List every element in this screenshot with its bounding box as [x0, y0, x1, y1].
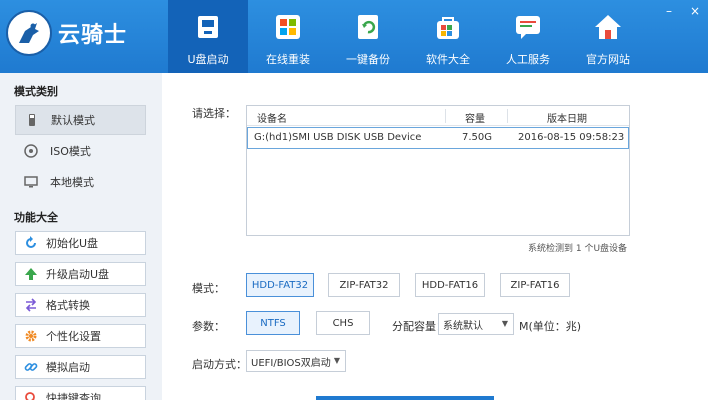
func-init-usb[interactable]: 初始化U盘 — [15, 231, 146, 255]
row-device: G:(hd1)SMI USB DISK USB Device — [254, 132, 422, 143]
alloc-unit: M(单位：兆) — [519, 320, 582, 333]
func-label: 初始化U盘 — [46, 237, 99, 250]
app-title: 云骑士 — [58, 23, 128, 48]
device-table[interactable]: 设备名 容量 版本日期 G:(hd1)SMI USB DISK USB Devi… — [246, 105, 630, 236]
main-nav: U盘启动 在线重装 一键备份 软件大全 人工服务 官方网站 — [168, 0, 648, 73]
disc-icon — [24, 144, 38, 158]
minimize-button[interactable]: – — [662, 4, 676, 18]
sidebar: 模式类别 默认模式 ISO模式 本地模式 功能大全 初始化U盘 升级启动U盘 格… — [0, 73, 160, 400]
nav-label: 人工服务 — [506, 53, 550, 66]
nav-one-key-backup[interactable]: 一键备份 — [328, 0, 408, 73]
col-divider — [507, 109, 508, 123]
detect-status: 系统检测到 1 个U盘设备 — [528, 244, 628, 254]
refresh-icon — [26, 236, 36, 248]
func-upgrade-boot-usb[interactable]: 升级启动U盘 — [15, 262, 146, 286]
software-bag-icon — [437, 17, 459, 39]
nav-label: 官方网站 — [586, 53, 630, 66]
mode-local[interactable]: 本地模式 — [15, 167, 146, 197]
func-section-title: 功能大全 — [14, 211, 58, 224]
param-label: 参数： — [192, 320, 225, 333]
mode-label: 默认模式 — [51, 114, 95, 127]
row-date: 2016-08-15 09:58:23 — [518, 132, 625, 143]
boot-label: 启动方式： — [192, 358, 247, 371]
func-label: 升级启动U盘 — [46, 268, 110, 281]
func-label: 模拟启动 — [46, 361, 90, 374]
col-device-name: 设备名 — [257, 114, 287, 125]
table-row[interactable]: G:(hd1)SMI USB DISK USB Device 7.50G 201… — [247, 127, 629, 149]
mode-zip-fat16-button[interactable]: ZIP-FAT16 — [500, 273, 570, 297]
func-label: 个性化设置 — [46, 330, 101, 343]
col-version-date: 版本日期 — [547, 114, 587, 125]
select-label: 请选择： — [192, 107, 236, 120]
chevron-down-icon: ▼ — [333, 356, 340, 365]
search-icon — [25, 392, 35, 400]
mode-label: 模式： — [192, 282, 225, 295]
gear-icon — [25, 330, 37, 342]
nav-label: 一键备份 — [346, 53, 390, 66]
nav-usb-boot[interactable]: U盘启动 — [168, 0, 248, 73]
func-format-convert[interactable]: 格式转换 — [15, 293, 146, 317]
window-controls: – × — [662, 4, 702, 18]
nav-label: U盘启动 — [187, 53, 229, 66]
link-icon — [24, 363, 38, 371]
nav-software[interactable]: 软件大全 — [408, 0, 488, 73]
func-label: 格式转换 — [46, 299, 90, 312]
up-arrow-icon — [25, 268, 37, 280]
table-header: 设备名 容量 版本日期 — [247, 106, 629, 126]
home-icon — [595, 15, 621, 39]
convert-icon — [25, 298, 37, 312]
mode-hdd-fat32-button[interactable]: HDD-FAT32 — [246, 273, 314, 297]
col-divider — [445, 109, 446, 123]
main-panel: 请选择： 设备名 容量 版本日期 G:(hd1)SMI USB DISK USB… — [162, 73, 708, 400]
mode-zip-fat32-button[interactable]: ZIP-FAT32 — [328, 273, 400, 297]
usb-disk-icon — [198, 16, 218, 38]
close-button[interactable]: × — [688, 4, 702, 18]
nav-label: 软件大全 — [426, 53, 470, 66]
mode-default[interactable]: 默认模式 — [15, 105, 146, 135]
title-bar: 云骑士 U盘启动 在线重装 一键备份 软件大全 人工服务 官方网站 – × — [0, 0, 708, 73]
mode-label: ISO模式 — [50, 145, 91, 158]
app-logo: 云骑士 — [6, 10, 127, 56]
chevron-down-icon: ▼ — [501, 319, 508, 328]
alloc-value: 系统默认 — [443, 320, 483, 332]
func-label: 快捷键查询 — [46, 392, 101, 400]
col-capacity: 容量 — [465, 114, 485, 125]
nav-official-site[interactable]: 官方网站 — [568, 0, 648, 73]
alloc-select[interactable]: 系统默认 ▼ — [438, 313, 514, 335]
chat-service-icon — [516, 16, 540, 39]
mode-iso[interactable]: ISO模式 — [15, 136, 146, 166]
knight-logo-icon — [6, 10, 52, 56]
param-ntfs-button[interactable]: NTFS — [246, 311, 300, 335]
func-simulate-boot[interactable]: 模拟启动 — [15, 355, 146, 379]
windows-icon — [276, 15, 300, 39]
func-personalize[interactable]: 个性化设置 — [15, 324, 146, 348]
mode-hdd-fat16-button[interactable]: HDD-FAT16 — [415, 273, 485, 297]
nav-online-reinstall[interactable]: 在线重装 — [248, 0, 328, 73]
row-capacity: 7.50G — [462, 132, 493, 143]
mode-section-title: 模式类别 — [14, 85, 58, 98]
func-hotkey-query[interactable]: 快捷键查询 — [15, 386, 146, 400]
nav-manual-service[interactable]: 人工服务 — [488, 0, 568, 73]
backup-icon — [358, 15, 378, 39]
mode-label: 本地模式 — [50, 176, 94, 189]
usb-stick-icon — [29, 114, 35, 126]
param-chs-button[interactable]: CHS — [316, 311, 370, 335]
nav-label: 在线重装 — [266, 53, 310, 66]
monitor-icon — [24, 176, 38, 188]
boot-value: UEFI/BIOS双启动 — [251, 357, 331, 369]
boot-mode-select[interactable]: UEFI/BIOS双启动 ▼ — [246, 350, 346, 372]
start-button[interactable] — [316, 396, 494, 400]
